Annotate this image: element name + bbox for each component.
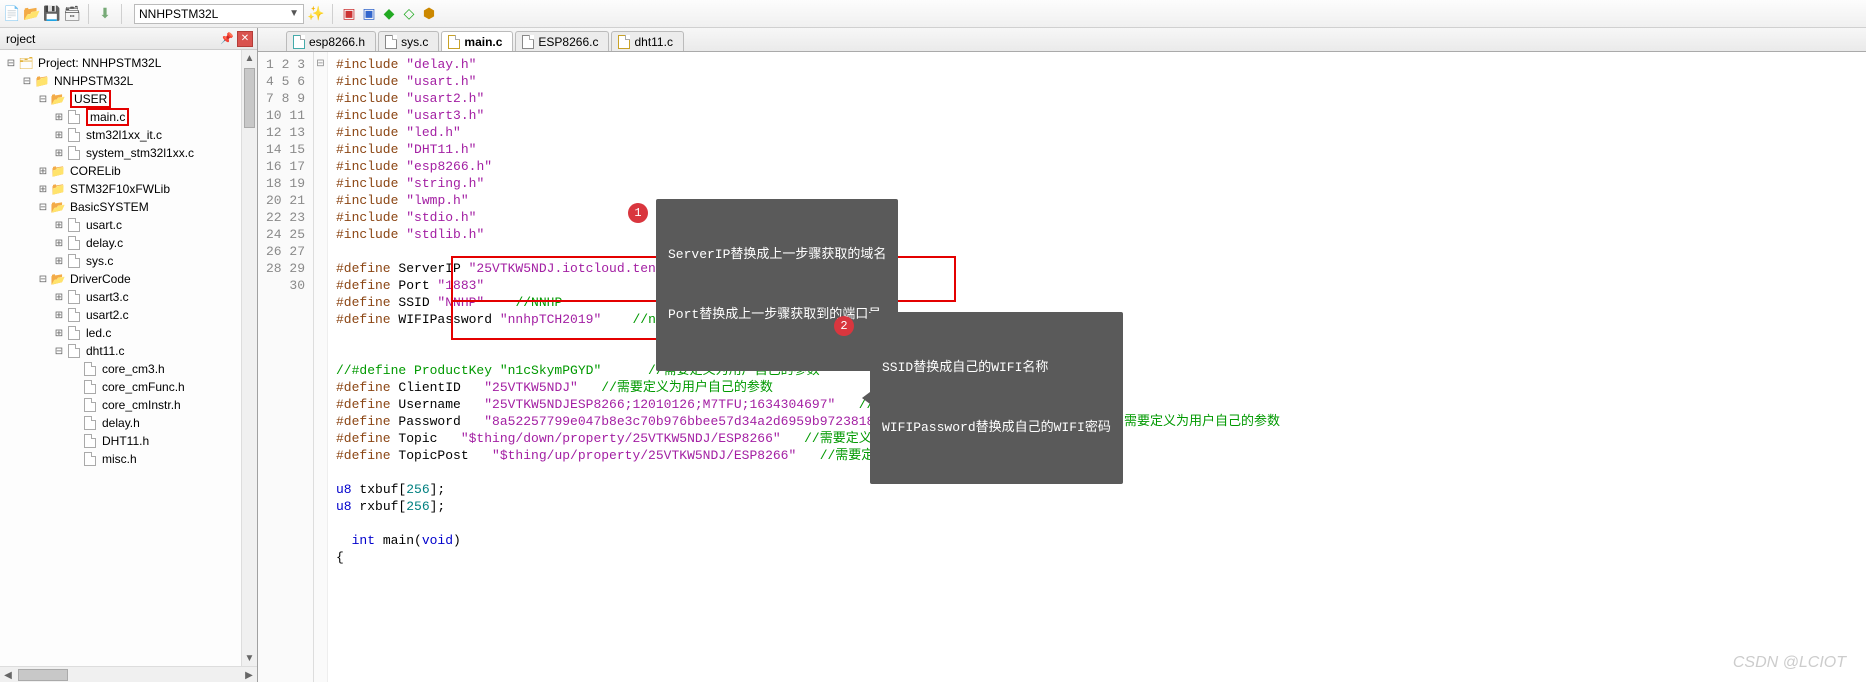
- tree-item[interactable]: ⊞sys.c: [0, 252, 257, 270]
- tab-dht11-c[interactable]: dht11.c: [611, 31, 683, 51]
- tree-item[interactable]: delay.h: [0, 414, 257, 432]
- go2-icon[interactable]: ◇: [401, 6, 417, 22]
- tree-hscroll[interactable]: ◀ ▶: [0, 666, 257, 682]
- file-icon: [618, 35, 630, 49]
- project-panel: roject 📌 ✕ ⊟🗂Project: NNHPSTM32L ⊟📁NNHPS…: [0, 28, 258, 682]
- download-icon[interactable]: ⬢: [421, 6, 437, 22]
- tree-item[interactable]: ⊞stm32l1xx_it.c: [0, 126, 257, 144]
- main-toolbar: 📄 📂 💾 🗃 ⬇ NNHPSTM32L ▼ ✨ ▣ ▣ ◆ ◇ ⬢: [0, 0, 1866, 28]
- target-name: NNHPSTM32L: [139, 7, 218, 21]
- tree-item[interactable]: ⊞usart3.c: [0, 288, 257, 306]
- tree-item[interactable]: core_cmFunc.h: [0, 378, 257, 396]
- tree-item[interactable]: ⊟📂DriverCode: [0, 270, 257, 288]
- scroll-thumb[interactable]: [244, 68, 255, 128]
- pin-icon[interactable]: 📌: [219, 31, 235, 47]
- file-icon: [448, 35, 460, 49]
- new-icon[interactable]: 📄: [4, 6, 20, 22]
- tree-target[interactable]: ⊟📁NNHPSTM32L: [0, 72, 257, 90]
- tree-item[interactable]: ⊞📁STM32F10xFWLib: [0, 180, 257, 198]
- tree-item[interactable]: core_cm3.h: [0, 360, 257, 378]
- tree-item[interactable]: ⊟📂BasicSYSTEM: [0, 198, 257, 216]
- scroll-right-icon[interactable]: ▶: [241, 667, 257, 683]
- target-select[interactable]: NNHPSTM32L ▼: [134, 4, 304, 24]
- tree-item[interactable]: DHT11.h: [0, 432, 257, 450]
- tree-root[interactable]: ⊟🗂Project: NNHPSTM32L: [0, 54, 257, 72]
- file-icon: [385, 35, 397, 49]
- source-text[interactable]: #include "delay.h" #include "usart.h" #i…: [328, 52, 1866, 682]
- code-editor[interactable]: 1 2 3 4 5 6 7 8 9 10 11 12 13 14 15 16 1…: [258, 52, 1866, 682]
- tree-item[interactable]: misc.h: [0, 450, 257, 468]
- fold-column[interactable]: ⊟: [314, 52, 328, 682]
- tab-main-c[interactable]: main.c: [441, 31, 513, 51]
- tree-item[interactable]: ⊞system_stm32l1xx.c: [0, 144, 257, 162]
- build-icon[interactable]: ▣: [341, 6, 357, 22]
- project-tree[interactable]: ⊟🗂Project: NNHPSTM32L ⊟📁NNHPSTM32L ⊟📂USE…: [0, 50, 257, 666]
- badge-1: 1: [628, 203, 648, 223]
- load-icon[interactable]: ⬇: [97, 6, 113, 22]
- tree-mainc[interactable]: ⊞main.c: [0, 108, 257, 126]
- panel-title: roject: [6, 32, 35, 46]
- scroll-up-icon[interactable]: ▲: [242, 50, 257, 66]
- tree-item[interactable]: ⊞📁CORELib: [0, 162, 257, 180]
- chevron-down-icon: ▼: [289, 8, 299, 19]
- callout-2: 2 SSID替换成自己的WIFI名称 WIFIPassword替换成自己的WIF…: [834, 312, 1123, 484]
- tree-user-folder[interactable]: ⊟📂USER: [0, 90, 257, 108]
- line-numbers: 1 2 3 4 5 6 7 8 9 10 11 12 13 14 15 16 1…: [258, 52, 314, 682]
- scroll-left-icon[interactable]: ◀: [0, 667, 16, 683]
- scroll-down-icon[interactable]: ▼: [242, 650, 257, 666]
- rebuild-icon[interactable]: ▣: [361, 6, 377, 22]
- wand-icon[interactable]: ✨: [308, 6, 324, 22]
- badge-2: 2: [834, 316, 854, 336]
- save-icon[interactable]: 💾: [44, 6, 60, 22]
- go-icon[interactable]: ◆: [381, 6, 397, 22]
- tab-ESP8266-c[interactable]: ESP8266.c: [515, 31, 609, 51]
- tree-item[interactable]: ⊞usart2.c: [0, 306, 257, 324]
- tree-item[interactable]: ⊞led.c: [0, 324, 257, 342]
- tab-sys-c[interactable]: sys.c: [378, 31, 439, 51]
- editor-area: esp8266.hsys.cmain.cESP8266.cdht11.c 1 2…: [258, 28, 1866, 682]
- watermark: CSDN @LCIOT: [1733, 654, 1846, 672]
- tree-item[interactable]: ⊟dht11.c: [0, 342, 257, 360]
- saveall-icon[interactable]: 🗃: [64, 6, 80, 22]
- tab-esp8266-h[interactable]: esp8266.h: [286, 31, 376, 51]
- file-icon: [522, 35, 534, 49]
- file-icon: [293, 35, 305, 49]
- editor-tabs: esp8266.hsys.cmain.cESP8266.cdht11.c: [258, 28, 1866, 52]
- tree-item[interactable]: ⊞usart.c: [0, 216, 257, 234]
- close-icon[interactable]: ✕: [237, 31, 253, 47]
- panel-header: roject 📌 ✕: [0, 28, 257, 50]
- tree-scrollbar[interactable]: ▲ ▼: [241, 50, 257, 666]
- hscroll-thumb[interactable]: [18, 669, 68, 681]
- tree-item[interactable]: ⊞delay.c: [0, 234, 257, 252]
- open-icon[interactable]: 📂: [24, 6, 40, 22]
- tree-item[interactable]: core_cmInstr.h: [0, 396, 257, 414]
